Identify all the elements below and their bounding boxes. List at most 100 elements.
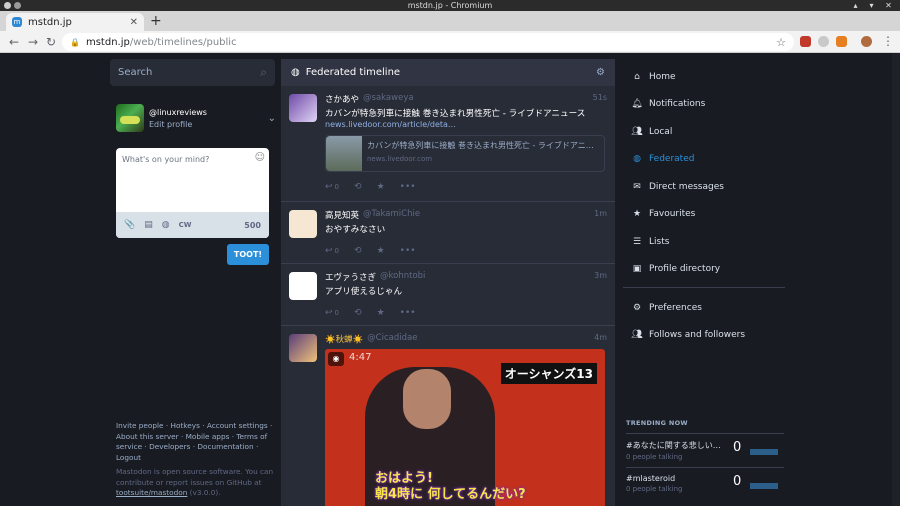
- version-text: (v3.0.0).: [189, 488, 221, 497]
- poll-icon[interactable]: ▤: [144, 220, 153, 230]
- search-input[interactable]: Search ⌕: [110, 59, 275, 86]
- display-name[interactable]: エヴァうさぎ: [325, 271, 376, 283]
- username[interactable]: @TakamiChie: [363, 209, 420, 221]
- cw-button[interactable]: CW: [179, 221, 192, 229]
- ublock-extension-icon[interactable]: [800, 36, 811, 47]
- back-icon[interactable]: ←: [9, 35, 19, 49]
- page-scrollbar[interactable]: [892, 53, 900, 506]
- avatar[interactable]: [289, 210, 317, 238]
- new-tab-icon[interactable]: +: [150, 14, 162, 28]
- globe-icon[interactable]: ◍: [162, 220, 170, 230]
- compose-box[interactable]: What's on your mind? ☺ 📎 ▤ ◍ CW 500: [116, 148, 269, 238]
- favourite-icon[interactable]: ★: [377, 182, 385, 192]
- profile-avatar-icon[interactable]: [861, 36, 872, 47]
- media-subtitle-line: 朝4時に 何してるんだい?: [375, 487, 526, 502]
- username[interactable]: @kohntobi: [380, 271, 425, 283]
- navigation-panel: ⌂ Home 🔔︎ Notifications 👥︎ Local ◍ Federated…: [623, 63, 785, 349]
- status-actions: ↩ 0 ⟲ ★ •••: [325, 240, 607, 262]
- menu-kebab-icon[interactable]: ⋮: [882, 34, 894, 48]
- close-window-icon[interactable]: ✕: [884, 1, 893, 10]
- browser-tab-strip: m mstdn.jp ✕ +: [0, 11, 900, 31]
- hashtag[interactable]: #あなたに関する悲しいお…: [626, 440, 726, 451]
- chevron-down-icon[interactable]: ⌄: [268, 113, 276, 124]
- users-icon: 👥︎: [631, 330, 643, 341]
- repo-link[interactable]: tootsuite/mastodon: [116, 488, 187, 497]
- url-domain: mstdn.jp: [85, 36, 130, 48]
- status[interactable]: ☀️秋蝉☀️ @Cicadidae 4m ◉ 4:47 オーシャンズ13 おはよ…: [281, 326, 615, 506]
- nav-label: Favourites: [649, 209, 696, 220]
- extension-icon[interactable]: [836, 36, 847, 47]
- status[interactable]: エヴァうさぎ @kohntobi 3m アプリ使えるじゃん ↩ 0 ⟲ ★ •••: [281, 264, 615, 326]
- more-icon[interactable]: •••: [400, 308, 416, 318]
- display-name[interactable]: さかあや: [325, 93, 359, 105]
- nav-preferences[interactable]: ⚙ Preferences: [623, 294, 785, 322]
- avatar[interactable]: [116, 104, 144, 132]
- nav-direct-messages[interactable]: ✉ Direct messages: [623, 173, 785, 201]
- close-tab-icon[interactable]: ✕: [130, 17, 138, 28]
- display-name[interactable]: ☀️秋蝉☀️: [325, 333, 363, 345]
- avatar[interactable]: [289, 94, 317, 122]
- timestamp[interactable]: 4m: [594, 333, 607, 345]
- nav-home[interactable]: ⌂ Home: [623, 63, 785, 91]
- status[interactable]: さかあや @sakaweya 51s カバンが特急列車に接触 巻き込まれ男性死亡…: [281, 86, 615, 202]
- hashtag[interactable]: #mlasteroid: [626, 474, 726, 483]
- media-clock: 4:47: [349, 352, 372, 363]
- nav-label: Federated: [649, 154, 695, 165]
- link-preview-card[interactable]: カバンが特急列車に接触 巻き込まれ男性死亡 - ライブドアニュ… news.li…: [325, 135, 605, 172]
- toot-button[interactable]: TOOT!: [227, 244, 269, 265]
- boost-icon[interactable]: ⟲: [354, 246, 362, 256]
- bookmark-star-icon[interactable]: ☆: [776, 36, 786, 49]
- timestamp[interactable]: 1m: [594, 209, 607, 221]
- favourite-icon[interactable]: ★: [377, 308, 385, 318]
- reply-icon[interactable]: ↩ 0: [325, 182, 339, 192]
- os-titlebar: mstdn.jp - Chromium ▴ ▾ ✕: [0, 0, 900, 11]
- column-settings-icon[interactable]: ⚙: [596, 67, 605, 78]
- nav-favourites[interactable]: ★ Favourites: [623, 201, 785, 229]
- boost-icon[interactable]: ⟲: [354, 182, 362, 192]
- boost-icon[interactable]: ⟲: [354, 308, 362, 318]
- edit-profile-link[interactable]: Edit profile: [149, 120, 207, 129]
- tab-title: mstdn.jp: [28, 16, 72, 28]
- status[interactable]: 高見知英 @TakamiChie 1m おやすみなさい ↩ 0 ⟲ ★ •••: [281, 202, 615, 264]
- address-bar[interactable]: 🔒 mstdn.jp /web/timelines/public ☆: [62, 33, 794, 51]
- column-title: Federated timeline: [305, 67, 401, 78]
- hide-media-icon[interactable]: ◉: [328, 352, 344, 366]
- nav-follows-and-followers[interactable]: 👥︎ Follows and followers: [623, 322, 785, 350]
- reply-icon[interactable]: ↩ 0: [325, 246, 339, 256]
- footer-links[interactable]: Invite people · Hotkeys · Account settin…: [116, 421, 276, 463]
- nav-notifications[interactable]: 🔔︎ Notifications: [623, 91, 785, 119]
- avatar[interactable]: [289, 272, 317, 300]
- timestamp[interactable]: 51s: [593, 93, 607, 105]
- favourite-icon[interactable]: ★: [377, 246, 385, 256]
- nav-profile-directory[interactable]: ▣ Profile directory: [623, 256, 785, 284]
- trending-heading: TRENDING NOW: [626, 419, 688, 427]
- attach-icon[interactable]: 📎: [124, 220, 135, 230]
- timestamp[interactable]: 3m: [594, 271, 607, 283]
- status-link[interactable]: news.livedoor.com/article/deta…: [325, 120, 607, 129]
- column-header[interactable]: ◍ Federated timeline ⚙: [281, 59, 615, 86]
- nav-federated[interactable]: ◍ Federated: [623, 146, 785, 174]
- trending-item[interactable]: #mlasteroid 0 people talking 0: [626, 467, 784, 503]
- extension-icon[interactable]: [818, 36, 829, 47]
- browser-tab[interactable]: m mstdn.jp ✕: [6, 13, 144, 31]
- nav-local[interactable]: 👥︎ Local: [623, 118, 785, 146]
- reload-icon[interactable]: ↻: [46, 35, 56, 49]
- account-header[interactable]: @linuxreviews Edit profile ⌄: [116, 103, 276, 133]
- nav-lists[interactable]: ☰ Lists: [623, 228, 785, 256]
- emoji-icon[interactable]: ☺: [255, 152, 265, 163]
- display-name[interactable]: 高見知英: [325, 209, 359, 221]
- username[interactable]: @Cicadidae: [367, 333, 417, 345]
- nav-label: Direct messages: [649, 181, 724, 192]
- reply-icon[interactable]: ↩ 0: [325, 308, 339, 318]
- more-icon[interactable]: •••: [400, 246, 416, 256]
- media-attachment[interactable]: ◉ 4:47 オーシャンズ13 おはよう! 朝4時に 何してるんだい?: [325, 349, 605, 506]
- username[interactable]: @sakaweya: [363, 93, 414, 105]
- trending-item[interactable]: #あなたに関する悲しいお… 0 people talking 0: [626, 433, 784, 469]
- compose-placeholder: What's on your mind?: [122, 155, 210, 164]
- minimize-icon[interactable]: ▴: [851, 1, 860, 10]
- forward-icon[interactable]: →: [28, 35, 38, 49]
- mastodon-favicon-icon: m: [12, 17, 22, 27]
- more-icon[interactable]: •••: [400, 182, 416, 192]
- maximize-icon[interactable]: ▾: [867, 1, 876, 10]
- avatar[interactable]: [289, 334, 317, 362]
